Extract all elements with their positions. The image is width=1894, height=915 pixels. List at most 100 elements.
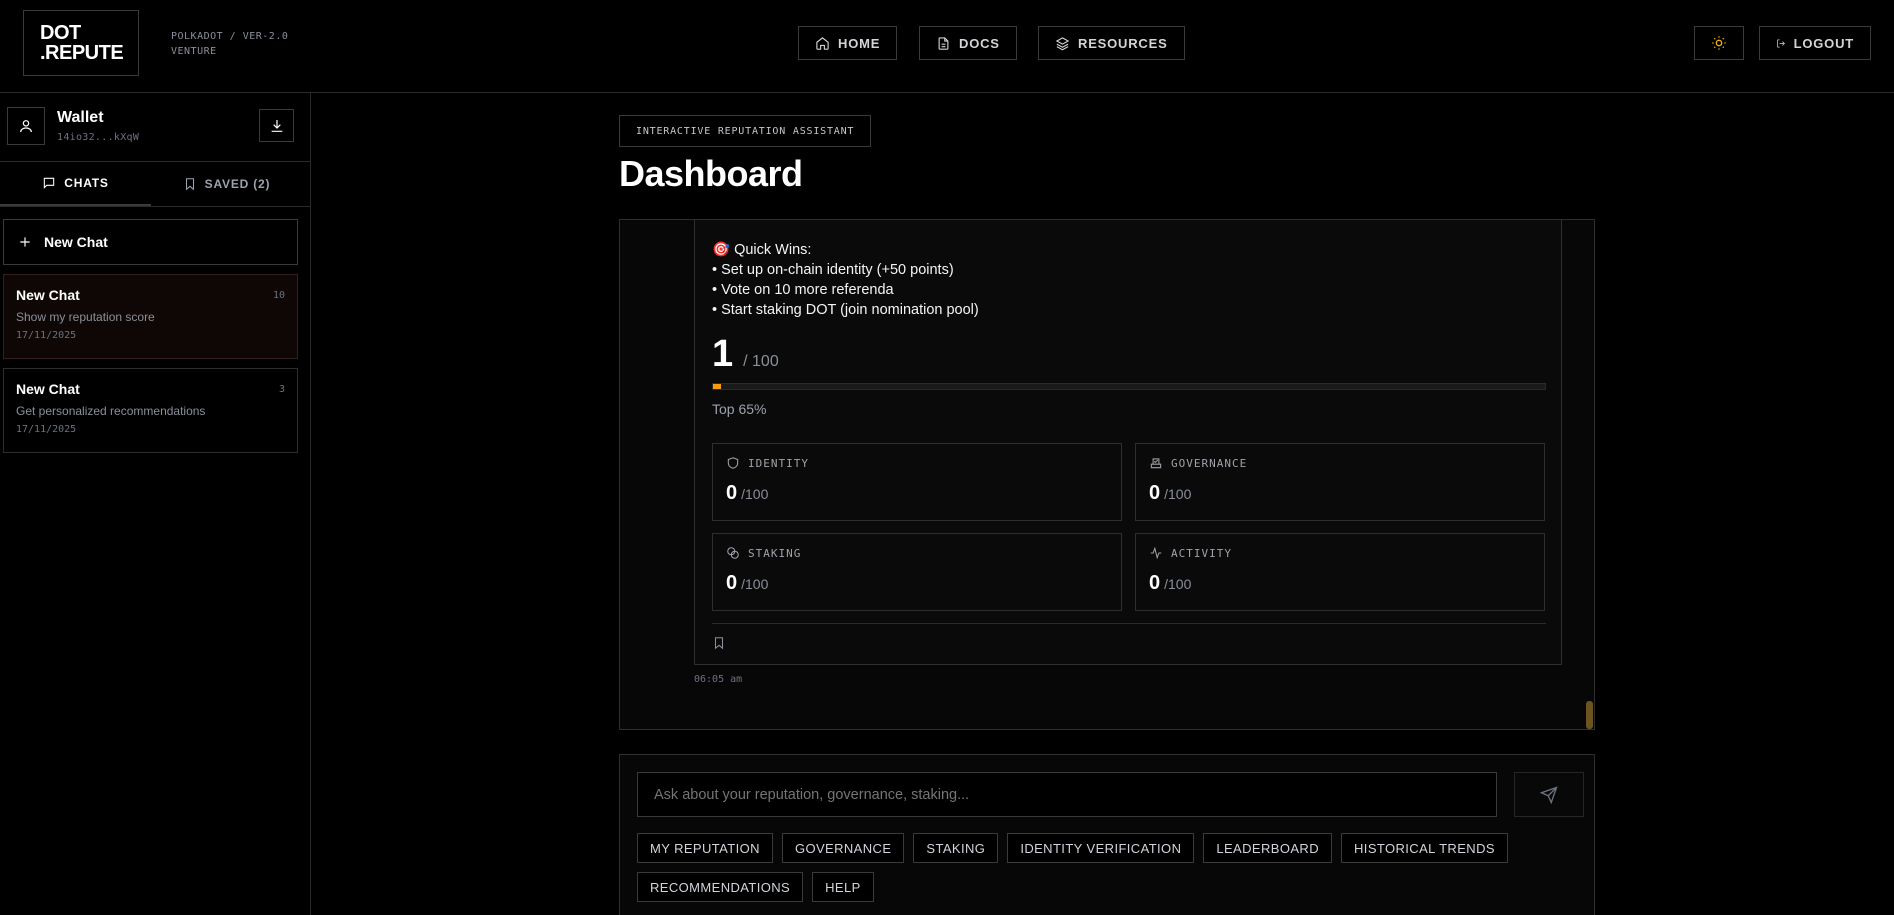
- message-timestamp: 06:05 am: [694, 674, 743, 685]
- wallet-address: 14io32...kXqW: [57, 132, 140, 143]
- chat-panel[interactable]: 🎯 Quick Wins: • Set up on-chain identity…: [619, 219, 1595, 730]
- category-max: /100: [1164, 486, 1192, 502]
- category-score: 0 /100: [726, 572, 768, 595]
- logo-line2: .REPUTE: [40, 42, 124, 64]
- category-label: IDENTITY: [748, 456, 809, 470]
- quick-wins: 🎯 Quick Wins: • Set up on-chain identity…: [712, 240, 979, 320]
- new-chat-button[interactable]: New Chat: [3, 219, 298, 265]
- vote-icon: [1150, 458, 1162, 469]
- wallet-panel: Wallet 14io32...kXqW: [0, 93, 310, 162]
- logout-button[interactable]: LOGOUT: [1759, 26, 1871, 60]
- shield-icon: [727, 457, 739, 469]
- category-max: /100: [741, 576, 769, 592]
- chat-subtitle: Show my reputation score: [16, 310, 155, 324]
- chat-title: New Chat: [16, 381, 80, 397]
- category-value: 0: [1149, 572, 1161, 594]
- brand-subtitle: POLKADOT / VER-2.0 VENTURE: [171, 29, 288, 59]
- download-icon: [271, 119, 282, 132]
- category-max: /100: [741, 486, 769, 502]
- bookmark-icon: [185, 178, 194, 191]
- plus-icon: [20, 237, 30, 247]
- quick-wins-title: 🎯 Quick Wins:: [712, 242, 812, 258]
- chat-list-item[interactable]: New Chat Get personalized recommendation…: [3, 368, 298, 453]
- chip-my-reputation[interactable]: MY REPUTATION: [637, 833, 773, 863]
- avatar[interactable]: [7, 107, 45, 145]
- message-divider: [712, 623, 1546, 624]
- coins-icon: [727, 547, 739, 559]
- chat-date: 17/11/2025: [16, 330, 77, 341]
- chat-input[interactable]: [637, 772, 1497, 817]
- docs-button[interactable]: DOCS: [919, 26, 1017, 60]
- resources-label: RESOURCES: [1078, 35, 1168, 51]
- logout-label: LOGOUT: [1793, 35, 1854, 51]
- brand-version: POLKADOT / VER-2.0: [171, 31, 289, 42]
- category-score: 0 /100: [1149, 482, 1191, 505]
- chip-leaderboard[interactable]: LEADERBOARD: [1203, 833, 1333, 863]
- top-bar: DOT .REPUTE POLKADOT / VER-2.0 VENTURE H…: [0, 0, 1894, 93]
- send-button[interactable]: [1514, 772, 1584, 817]
- chat-list-item[interactable]: New Chat Show my reputation score 17/11/…: [3, 274, 298, 359]
- chat-subtitle: Get personalized recommendations: [16, 404, 206, 418]
- category-value: 0: [1149, 482, 1161, 504]
- category-label: ACTIVITY: [1171, 546, 1232, 560]
- brand-venture: VENTURE: [171, 46, 217, 57]
- tab-saved[interactable]: SAVED (2): [151, 162, 302, 206]
- chip-staking[interactable]: STAKING: [913, 833, 999, 863]
- reputation-score: 1 / 100: [712, 333, 779, 376]
- logout-icon: [1777, 39, 1785, 47]
- category-value: 0: [726, 482, 738, 504]
- category-governance: GOVERNANCE 0 /100: [1135, 443, 1545, 521]
- composer: MY REPUTATION GOVERNANCE STAKING IDENTIT…: [619, 754, 1595, 915]
- scrollbar-thumb[interactable]: [1586, 701, 1593, 729]
- home-button[interactable]: HOME: [798, 26, 898, 60]
- chip-historical-trends[interactable]: HISTORICAL TRENDS: [1341, 833, 1508, 863]
- category-activity: ACTIVITY 0 /100: [1135, 533, 1545, 611]
- assistant-badge: INTERACTIVE REPUTATION ASSISTANT: [619, 115, 872, 147]
- chip-identity-verification[interactable]: IDENTITY VERIFICATION: [1007, 833, 1195, 863]
- chat-date: 17/11/2025: [16, 424, 77, 435]
- quick-win-item: • Vote on 10 more referenda: [712, 282, 894, 298]
- home-label: HOME: [838, 35, 881, 51]
- rank-percentile: Top 65%: [712, 401, 767, 417]
- user-icon: [20, 120, 32, 133]
- logo[interactable]: DOT .REPUTE: [23, 10, 139, 76]
- score-progress-fill: [713, 384, 722, 389]
- chip-help[interactable]: HELP: [812, 872, 874, 902]
- quick-win-item: • Set up on-chain identity (+50 points): [712, 262, 954, 278]
- tab-chats[interactable]: CHATS: [0, 162, 151, 206]
- chip-recommendations[interactable]: RECOMMENDATIONS: [637, 872, 804, 902]
- quick-win-item: • Start staking DOT (join nomination poo…: [712, 302, 979, 318]
- page-title: Dashboard: [619, 153, 803, 194]
- category-score: 0 /100: [726, 482, 768, 505]
- chat-message-count: 10: [272, 290, 285, 301]
- tab-saved-label: SAVED (2): [204, 177, 271, 191]
- chip-governance[interactable]: GOVERNANCE: [781, 833, 905, 863]
- theme-toggle-button[interactable]: [1694, 26, 1744, 60]
- new-chat-label: New Chat: [44, 234, 108, 250]
- chat-title: New Chat: [16, 287, 80, 303]
- category-label: GOVERNANCE: [1171, 456, 1248, 470]
- category-header: STAKING: [726, 546, 801, 560]
- resources-button[interactable]: RESOURCES: [1038, 26, 1185, 60]
- home-icon: [816, 36, 829, 50]
- logo-line1: DOT: [40, 22, 81, 44]
- quick-prompts: MY REPUTATION GOVERNANCE STAKING IDENTIT…: [637, 833, 1577, 902]
- category-header: GOVERNANCE: [1149, 456, 1247, 470]
- message-icon: [44, 177, 55, 189]
- download-button[interactable]: [259, 109, 294, 142]
- document-icon: [938, 36, 949, 50]
- category-label: STAKING: [748, 546, 802, 560]
- assistant-message: 🎯 Quick Wins: • Set up on-chain identity…: [694, 219, 1562, 665]
- category-staking: STAKING 0 /100: [712, 533, 1122, 611]
- docs-label: DOCS: [959, 35, 1000, 51]
- category-header: IDENTITY: [726, 456, 809, 470]
- category-identity: IDENTITY 0 /100: [712, 443, 1122, 521]
- sidebar: Wallet 14io32...kXqW CHATS SAVED (2) New…: [0, 93, 311, 915]
- send-icon: [1540, 785, 1558, 804]
- category-header: ACTIVITY: [1149, 546, 1232, 560]
- category-max: /100: [1164, 576, 1192, 592]
- score-max: / 100: [743, 353, 779, 370]
- category-value: 0: [726, 572, 738, 594]
- save-message-button[interactable]: [712, 636, 726, 655]
- sidebar-tabs: CHATS SAVED (2): [0, 162, 310, 207]
